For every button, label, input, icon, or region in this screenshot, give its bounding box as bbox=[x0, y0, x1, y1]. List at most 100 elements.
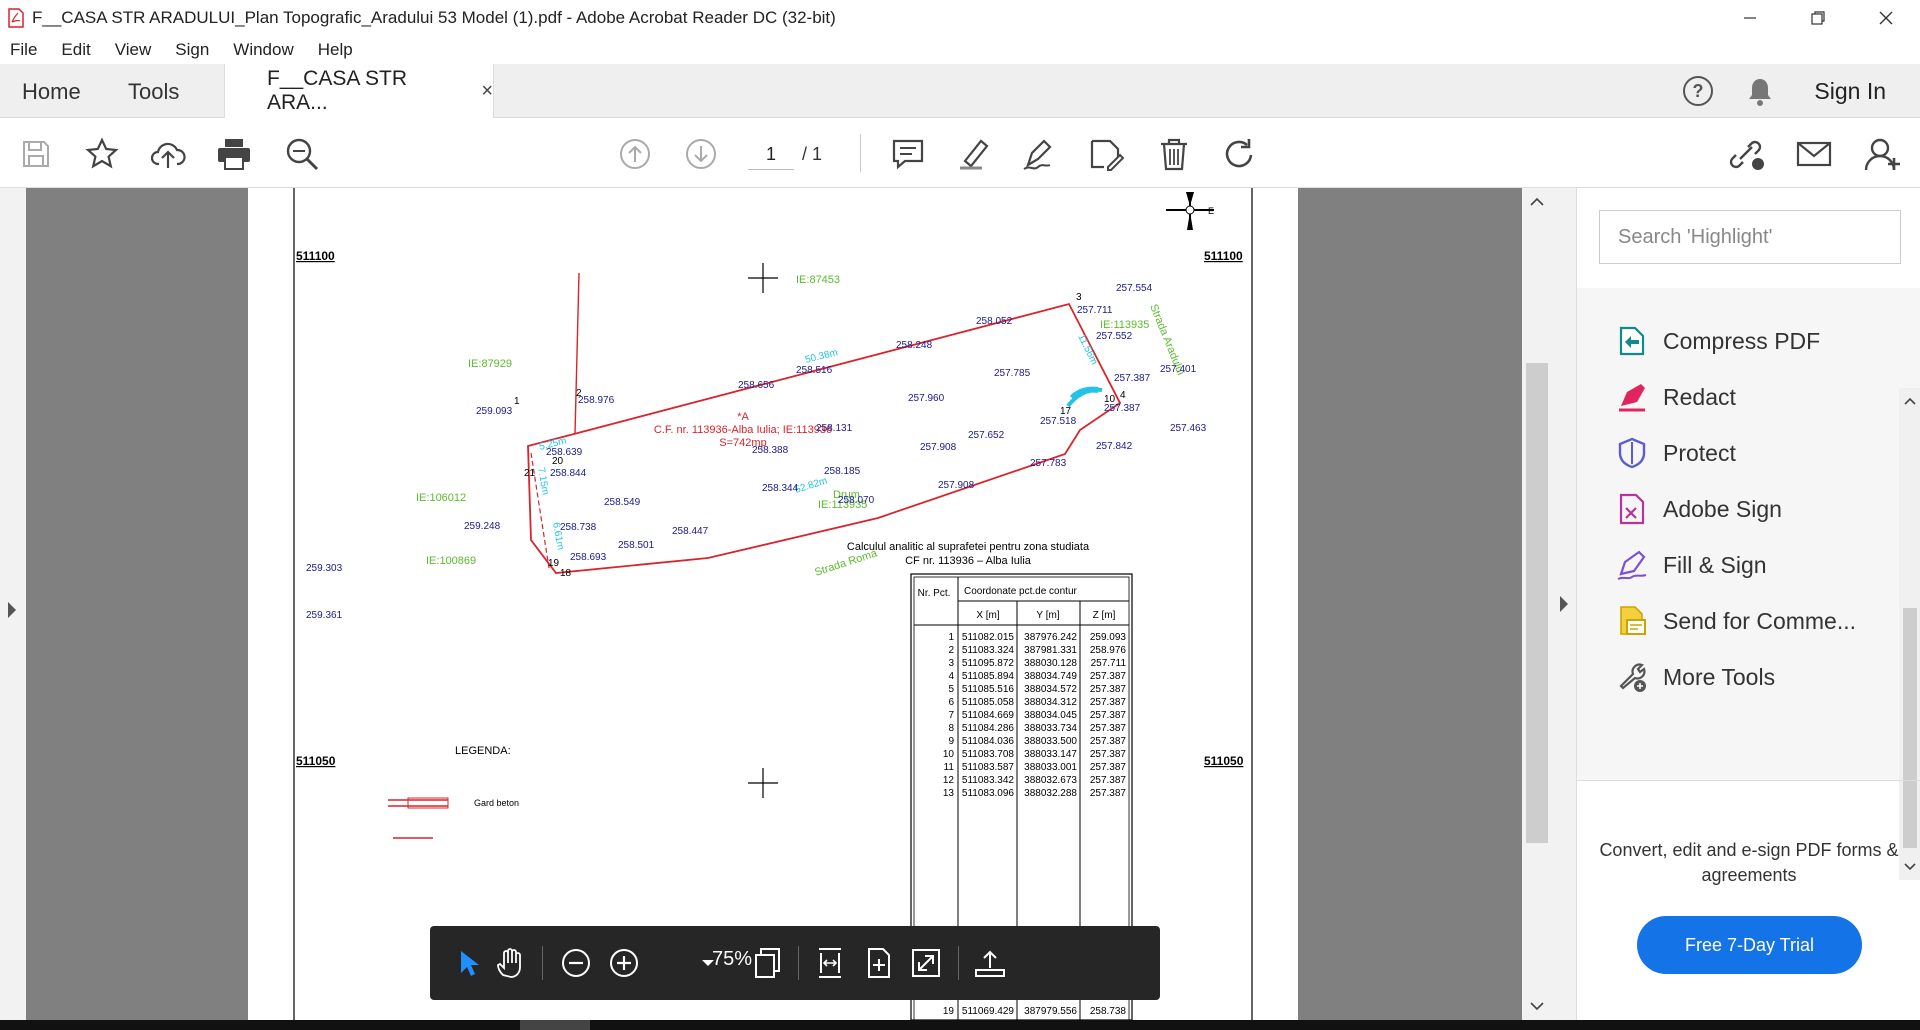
cloud-upload-icon[interactable] bbox=[150, 136, 186, 172]
scroll-up-icon[interactable] bbox=[1899, 392, 1920, 410]
tool-label: Compress PDF bbox=[1663, 327, 1821, 354]
ie-label: IE:106012 bbox=[416, 492, 466, 504]
table-cell: 511095.872 bbox=[962, 658, 1015, 669]
menu-view[interactable]: View bbox=[115, 40, 152, 60]
ie-label: IE:87453 bbox=[796, 274, 840, 286]
page-total: / 1 bbox=[802, 144, 823, 164]
share-link-icon[interactable] bbox=[1728, 136, 1764, 172]
tab-tools[interactable]: Tools bbox=[128, 79, 179, 105]
free-trial-button[interactable]: Free 7-Day Trial bbox=[1637, 916, 1862, 974]
table-cell: 258.738 bbox=[1090, 1006, 1127, 1017]
minimize-button[interactable] bbox=[1716, 0, 1784, 36]
collapse-right-icon[interactable] bbox=[1552, 188, 1576, 1020]
zoom-in-icon[interactable] bbox=[604, 943, 644, 983]
table-cell: 10 bbox=[943, 749, 955, 760]
document-scrollbar[interactable] bbox=[1522, 188, 1552, 1020]
tab-document[interactable]: F__CASA STR ARA... × bbox=[224, 64, 494, 118]
zoom-level[interactable]: 75% bbox=[712, 948, 752, 971]
scroll-up-icon[interactable] bbox=[1522, 192, 1552, 212]
search-zoom-icon[interactable] bbox=[284, 136, 320, 172]
zoom-dropdown-icon[interactable] bbox=[698, 943, 718, 983]
elevation-label: 257.401 bbox=[1160, 364, 1197, 375]
table-cell: 511082.015 bbox=[962, 632, 1015, 643]
shield-icon bbox=[1618, 437, 1646, 469]
sign-in-button[interactable]: Sign In bbox=[1814, 78, 1886, 105]
zoom-out-icon[interactable] bbox=[556, 943, 596, 983]
table-cell: 13 bbox=[943, 788, 955, 799]
tool-adobe-sign[interactable]: Adobe Sign bbox=[1615, 489, 1782, 529]
fit-page-icon[interactable] bbox=[858, 943, 898, 983]
table-cell: 388034.312 bbox=[1024, 697, 1077, 708]
restore-button[interactable] bbox=[1784, 0, 1852, 36]
menu-window[interactable]: Window bbox=[233, 40, 293, 60]
save-icon[interactable] bbox=[18, 136, 54, 172]
select-arrow-icon[interactable] bbox=[448, 943, 488, 983]
rotate-icon[interactable] bbox=[1222, 136, 1258, 172]
next-page-icon[interactable] bbox=[683, 136, 719, 172]
tool-send-for-comment[interactable]: Send for Comme... bbox=[1615, 601, 1856, 641]
tool-redact[interactable]: Redact bbox=[1615, 377, 1736, 417]
table-cell: 257.387 bbox=[1090, 749, 1127, 760]
table-cell: 388032.288 bbox=[1024, 788, 1077, 799]
menu-edit[interactable]: Edit bbox=[61, 40, 90, 60]
delete-trash-icon[interactable] bbox=[1156, 136, 1192, 172]
topographic-plan: E 511100 511100 511050 511050 IE:87453 I… bbox=[293, 188, 1253, 1021]
email-icon[interactable] bbox=[1796, 136, 1832, 172]
tool-protect[interactable]: Protect bbox=[1615, 433, 1736, 473]
fit-width-icon[interactable] bbox=[810, 943, 850, 983]
table-cell: 9 bbox=[948, 736, 954, 747]
add-user-icon[interactable] bbox=[1864, 136, 1900, 172]
comment-icon[interactable] bbox=[890, 136, 926, 172]
table-cell: 511085.894 bbox=[962, 671, 1015, 682]
highlight-pen-icon[interactable] bbox=[956, 136, 992, 172]
left-panel-toggle[interactable] bbox=[0, 188, 26, 1020]
elevation-label: 258.844 bbox=[550, 468, 587, 479]
right-panel-toggle[interactable] bbox=[1552, 188, 1576, 1020]
full-screen-icon[interactable] bbox=[906, 943, 946, 983]
export-share-icon[interactable] bbox=[970, 943, 1010, 983]
print-icon[interactable] bbox=[216, 136, 252, 172]
scroll-down-icon[interactable] bbox=[1899, 858, 1920, 876]
page-number-input[interactable]: 1 bbox=[748, 138, 794, 170]
elevation-label: 257.785 bbox=[994, 368, 1031, 379]
table-subtitle: CF nr. 113936 – Alba Iulia bbox=[905, 555, 1032, 567]
grid-label: 511050 bbox=[296, 754, 336, 768]
table-cell: 511083.342 bbox=[962, 775, 1015, 786]
table-cell: 8 bbox=[948, 723, 954, 734]
scrollbar-thumb[interactable] bbox=[1903, 608, 1917, 848]
sign-pen-icon[interactable] bbox=[1022, 136, 1058, 172]
help-icon[interactable]: ? bbox=[1682, 75, 1714, 107]
point-number: 19 bbox=[548, 558, 560, 569]
notification-bell-icon[interactable] bbox=[1746, 76, 1774, 106]
hand-tool-icon[interactable] bbox=[490, 943, 530, 983]
page-thumbnails-icon[interactable] bbox=[748, 943, 788, 983]
tab-bar: Home Tools F__CASA STR ARA... × ? Sign I… bbox=[0, 64, 1920, 118]
floating-toolbar: 75% bbox=[430, 926, 1160, 1000]
table-cell: 257.387 bbox=[1090, 684, 1127, 695]
tab-home[interactable]: Home bbox=[22, 79, 81, 105]
elevation-label: 258.976 bbox=[578, 395, 615, 406]
menu-bar: File Edit View Sign Window Help bbox=[0, 36, 1920, 64]
bookmark-star-icon[interactable] bbox=[84, 136, 120, 172]
table-cell: 388030.128 bbox=[1024, 658, 1077, 669]
tool-fill-sign[interactable]: Fill & Sign bbox=[1615, 545, 1767, 585]
menu-sign[interactable]: Sign bbox=[175, 40, 209, 60]
expand-left-icon[interactable] bbox=[0, 188, 26, 1020]
tool-compress-pdf[interactable]: Compress PDF bbox=[1615, 321, 1820, 361]
tool-search-input[interactable]: Search 'Highlight' bbox=[1599, 210, 1901, 264]
edit-stamp-icon[interactable] bbox=[1088, 136, 1124, 172]
close-tab-button[interactable]: × bbox=[481, 80, 493, 103]
elevation-label: 257.463 bbox=[1170, 423, 1207, 434]
close-window-button[interactable] bbox=[1852, 0, 1920, 36]
scroll-down-icon[interactable] bbox=[1522, 996, 1552, 1016]
toolbar-divider bbox=[542, 946, 543, 980]
scrollbar-thumb[interactable] bbox=[1526, 363, 1548, 843]
elevation-label: 259.248 bbox=[464, 521, 501, 532]
table-header-y: Y [m] bbox=[1036, 610, 1059, 621]
previous-page-icon[interactable] bbox=[617, 136, 653, 172]
menu-file[interactable]: File bbox=[10, 40, 37, 60]
menu-help[interactable]: Help bbox=[318, 40, 353, 60]
legend-title: LEGENDA: bbox=[455, 745, 511, 757]
tools-scrollbar[interactable] bbox=[1899, 388, 1920, 880]
tool-more-tools[interactable]: More Tools bbox=[1615, 657, 1775, 697]
